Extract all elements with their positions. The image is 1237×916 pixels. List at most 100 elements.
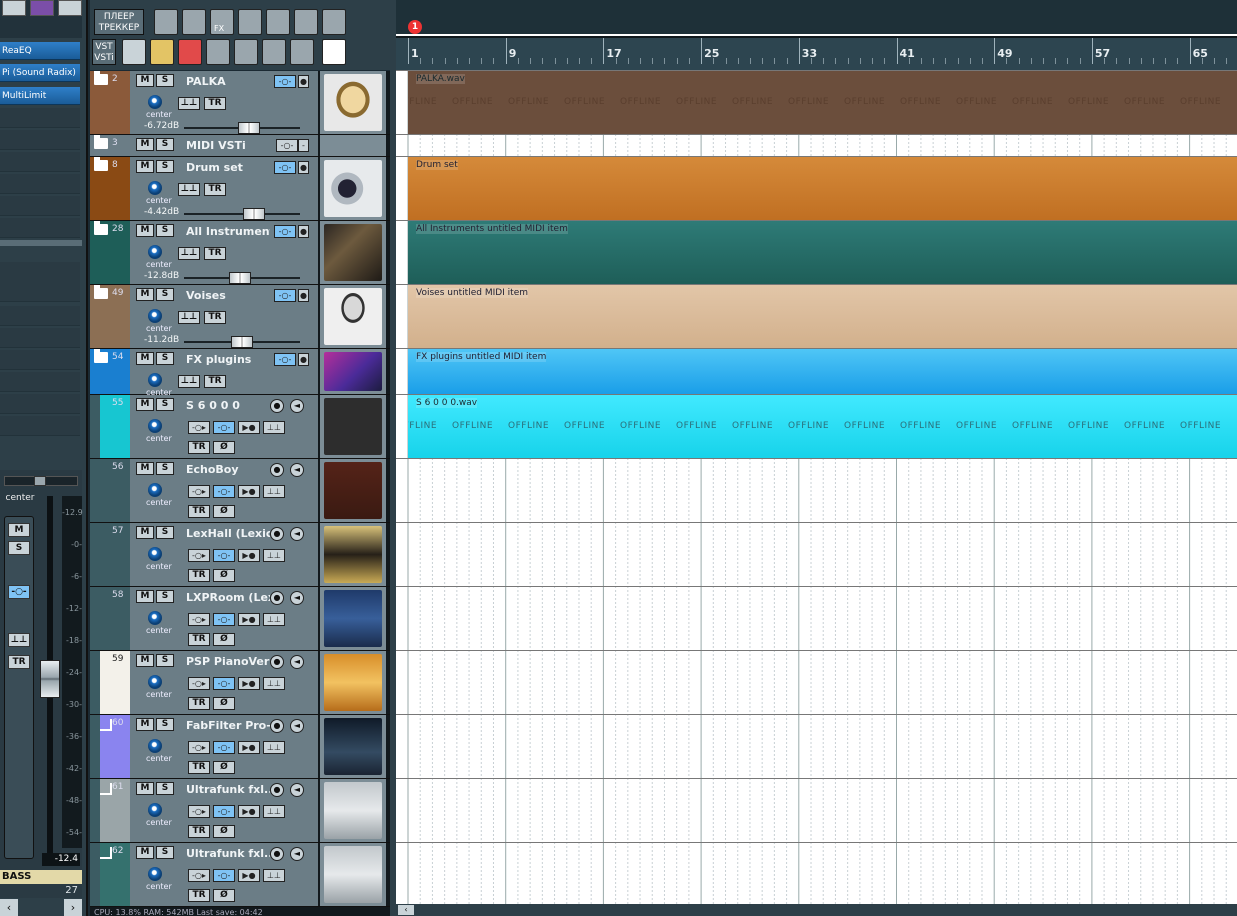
- track-lane[interactable]: [396, 650, 1237, 714]
- phase-button[interactable]: ⊥⊥: [263, 485, 285, 498]
- phase-invert-button[interactable]: Ø: [213, 697, 235, 710]
- route-button[interactable]: -○-: [274, 353, 296, 366]
- track-lane[interactable]: PALKA.wav OFFLINE OFFLINE OFFLINE OFFLINE OFF…: [396, 70, 1237, 134]
- route-button[interactable]: -○-: [213, 613, 235, 626]
- track-thumbnail[interactable]: [320, 587, 386, 650]
- automation-icon[interactable]: [290, 39, 314, 65]
- pan-knob[interactable]: [148, 867, 162, 881]
- fx-slot-empty[interactable]: [0, 174, 80, 194]
- mute-button[interactable]: M: [136, 224, 154, 237]
- tr-button[interactable]: TR: [188, 633, 210, 646]
- route-button[interactable]: -○-: [213, 869, 235, 882]
- mute-button[interactable]: M: [136, 160, 154, 173]
- solo-button[interactable]: S: [156, 288, 174, 301]
- mute-all-icon[interactable]: [150, 39, 174, 65]
- tr-button[interactable]: TR: [188, 441, 210, 454]
- track-thumbnail[interactable]: [320, 285, 386, 348]
- solo-button[interactable]: S: [156, 846, 174, 859]
- track-name[interactable]: Drum set: [186, 161, 270, 174]
- track-name[interactable]: PALKA: [186, 75, 270, 88]
- solo-button[interactable]: S: [156, 352, 174, 365]
- record-arm-icon[interactable]: ●: [270, 719, 284, 733]
- fx-slot-empty[interactable]: [0, 328, 80, 348]
- track-lane[interactable]: Drum set: [396, 156, 1237, 220]
- phase-invert-button[interactable]: Ø: [213, 889, 235, 902]
- mute-button[interactable]: M: [136, 74, 154, 87]
- tr-button[interactable]: TR: [188, 505, 210, 518]
- monitor-icon[interactable]: ◄: [290, 527, 304, 541]
- record-arm-icon[interactable]: [262, 39, 286, 65]
- pan-knob[interactable]: [148, 675, 162, 689]
- track-lane[interactable]: [396, 134, 1237, 156]
- phase-button[interactable]: ⊥⊥: [263, 741, 285, 754]
- volume-fader-handle[interactable]: [40, 660, 60, 698]
- monitor-icon[interactable]: ◄: [290, 463, 304, 477]
- input-button[interactable]: -○▸: [188, 741, 210, 754]
- mute-button[interactable]: M: [136, 526, 154, 539]
- mute-button[interactable]: M: [136, 590, 154, 603]
- track-54[interactable]: 54 M S FX plugins -○- ● center ⊥⊥ TR: [90, 349, 390, 397]
- record-mode-button[interactable]: ▶●: [238, 421, 260, 434]
- track-lane[interactable]: S 6 0 0 0.wav OFFLINE OFFLINE OFFLINE OFFLIN…: [396, 394, 1237, 458]
- solo-icon[interactable]: [322, 39, 346, 65]
- phase-button[interactable]: ⊥⊥: [8, 633, 30, 647]
- fx-slot-multilimit[interactable]: MultiLimit: [0, 87, 80, 105]
- track-61[interactable]: 61 MS Ultrafunk fxl..3● ◄ center -○▸-○-▶●⊥⊥ TR…: [90, 779, 390, 843]
- phase-invert-button[interactable]: Ø: [213, 761, 235, 774]
- input-button[interactable]: -○▸: [188, 485, 210, 498]
- scroll-left-icon[interactable]: ‹: [398, 905, 414, 915]
- folder-icon[interactable]: [94, 71, 108, 85]
- pan-knob[interactable]: [148, 419, 162, 433]
- phase-invert-button[interactable]: Ø: [213, 569, 235, 582]
- pan-knob[interactable]: [148, 803, 162, 817]
- track-thumbnail[interactable]: [320, 779, 386, 842]
- fx-slot-empty[interactable]: [0, 350, 80, 370]
- track-thumbnail[interactable]: [320, 135, 386, 156]
- record-arm-icon[interactable]: ●: [270, 527, 284, 541]
- solo-button[interactable]: S: [156, 590, 174, 603]
- solo-button[interactable]: S: [156, 462, 174, 475]
- record-icon[interactable]: [122, 39, 146, 65]
- phase-button[interactable]: ⊥⊥: [178, 311, 200, 324]
- fx-button[interactable]: ●: [298, 161, 309, 174]
- fx-slot-empty[interactable]: [0, 152, 80, 172]
- mixer-tool-button-1[interactable]: [2, 0, 26, 16]
- input-button[interactable]: -○▸: [188, 677, 210, 690]
- mute-button[interactable]: M: [136, 654, 154, 667]
- fx-button[interactable]: ●: [298, 225, 309, 238]
- route-icon[interactable]: [100, 847, 112, 859]
- track-name[interactable]: Ultrafunk fxl..3: [186, 847, 270, 860]
- track-57[interactable]: 57 MS LexHall (Lexico● ◄ center -○▸-○-▶●⊥⊥ TRØ: [90, 523, 390, 587]
- fx-slot-empty[interactable]: [0, 218, 80, 238]
- volume-fader-handle[interactable]: [229, 272, 251, 284]
- mute-button[interactable]: M: [136, 352, 154, 365]
- mute-button[interactable]: M: [8, 523, 30, 537]
- track-thumbnail[interactable]: [320, 715, 386, 778]
- route-button[interactable]: -○-: [274, 161, 296, 174]
- track-lane[interactable]: [396, 458, 1237, 522]
- pan-slider-handle[interactable]: [34, 476, 46, 486]
- mute-button[interactable]: M: [136, 138, 154, 151]
- track-name[interactable]: Ultrafunk fxl..3: [186, 783, 270, 796]
- tr-button[interactable]: TR: [204, 97, 226, 110]
- mixer-scroll-left-icon[interactable]: ‹: [0, 899, 18, 916]
- folder-icon[interactable]: [94, 349, 108, 363]
- mixer-track-name[interactable]: BASS: [0, 870, 82, 884]
- monitor-icon[interactable]: ◄: [290, 783, 304, 797]
- phase-button[interactable]: ⊥⊥: [178, 247, 200, 260]
- record-arm-icon[interactable]: ●: [270, 399, 284, 413]
- route-button[interactable]: -○-: [213, 549, 235, 562]
- solo-button[interactable]: S: [156, 718, 174, 731]
- fx-slot-pi[interactable]: Pi (Sound Radix): [0, 64, 80, 82]
- fx-slot-empty[interactable]: [0, 108, 80, 128]
- fx-slot-empty[interactable]: [0, 130, 80, 150]
- phase-button[interactable]: ⊥⊥: [263, 613, 285, 626]
- fx-slot-empty[interactable]: [0, 416, 80, 436]
- input-button[interactable]: -○▸: [188, 869, 210, 882]
- route-button[interactable]: -○-: [276, 139, 298, 152]
- envelope-icon[interactable]: [206, 39, 230, 65]
- volume-fader-handle[interactable]: [243, 208, 265, 220]
- track-lane[interactable]: All Instruments untitled MIDI item: [396, 220, 1237, 284]
- solo-button[interactable]: S: [156, 160, 174, 173]
- route-button[interactable]: -○-: [213, 421, 235, 434]
